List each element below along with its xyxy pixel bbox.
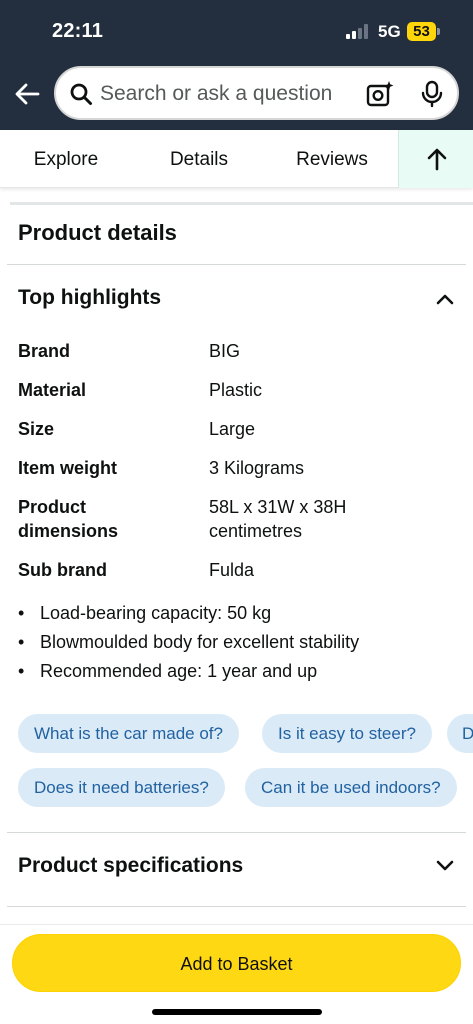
spec-value-brand: BIG <box>209 341 241 361</box>
up-arrow-icon <box>427 148 447 171</box>
spec-value-product-dimensions: 58L x 31W x 38H centimetres <box>209 497 347 541</box>
status-time: 22:11 <box>52 20 104 42</box>
product-details-title: Product details <box>18 220 177 245</box>
question-chip-partial[interactable]: D <box>447 714 473 753</box>
section-tabs: Explore Details Reviews <box>0 130 473 188</box>
spec-value-sub-brand: Fulda <box>209 560 255 580</box>
spec-key-sub-brand: Sub brand <box>18 560 107 580</box>
spec-key-product-dimensions: Product dimensions <box>18 497 119 541</box>
tab-reviews[interactable]: Reviews <box>282 130 382 188</box>
top-highlights-title[interactable]: Top highlights <box>18 286 161 310</box>
highlight-bullet: • Blowmoulded body for excellent stabilit… <box>18 630 359 654</box>
status-bar: 22:11 5G 53 <box>0 0 473 64</box>
tab-details[interactable]: Details <box>150 130 248 188</box>
spec-value-size: Large <box>209 419 256 439</box>
highlight-text: Blowmoulded body for excellent stability <box>40 632 360 652</box>
search-icon <box>69 82 93 106</box>
divider <box>7 906 466 907</box>
add-to-basket-button[interactable]: Add to Basket <box>12 934 461 992</box>
spec-key-material: Material <box>18 380 87 400</box>
highlight-text: Recommended age: 1 year and up <box>40 661 318 681</box>
spec-key-item-weight: Item weight <box>18 458 118 478</box>
question-chip-batteries[interactable]: Does it need batteries? <box>18 768 225 807</box>
battery-icon: 53 <box>407 22 436 41</box>
back-arrow-icon[interactable] <box>13 80 41 108</box>
home-indicator <box>152 1009 322 1015</box>
battery-cap <box>437 28 440 35</box>
app-header: 22:11 5G 53 Search or ask a question <box>0 0 473 130</box>
sticky-footer: Add to Basket <box>0 924 473 1024</box>
divider <box>7 832 466 833</box>
highlight-text: Load-bearing capacity: 50 kg <box>40 603 272 623</box>
bullet-dot: • <box>18 661 25 681</box>
question-chip-material[interactable]: What is the car made of? <box>18 714 239 753</box>
network-type: 5G <box>378 22 401 41</box>
spec-value-material: Plastic <box>209 380 263 400</box>
signal-icon <box>346 23 370 39</box>
search-input[interactable]: Search or ask a question <box>100 82 332 106</box>
spec-value-item-weight: 3 Kilograms <box>209 458 305 478</box>
search-bar[interactable]: Search or ask a question <box>54 66 459 120</box>
question-chip-steer[interactable]: Is it easy to steer? <box>262 714 432 753</box>
section-divider <box>10 202 473 205</box>
spec-key-size: Size <box>18 419 55 439</box>
microphone-icon[interactable] <box>419 80 445 108</box>
question-chip-indoors[interactable]: Can it be used indoors? <box>245 768 457 807</box>
divider <box>7 264 466 265</box>
highlight-bullet: • Recommended age: 1 year and up <box>18 659 317 683</box>
bullet-dot: • <box>18 603 25 623</box>
spec-key-brand: Brand <box>18 341 71 361</box>
product-specifications-title[interactable]: Product specifications <box>18 854 243 878</box>
chevron-up-icon[interactable] <box>435 292 455 306</box>
bullet-dot: • <box>18 632 25 652</box>
camera-lens-icon[interactable] <box>365 79 395 109</box>
chevron-down-icon[interactable] <box>435 859 455 873</box>
highlight-bullet: • Load-bearing capacity: 50 kg <box>18 601 271 625</box>
scroll-to-top-button[interactable] <box>398 130 473 188</box>
tab-explore[interactable]: Explore <box>14 130 118 188</box>
